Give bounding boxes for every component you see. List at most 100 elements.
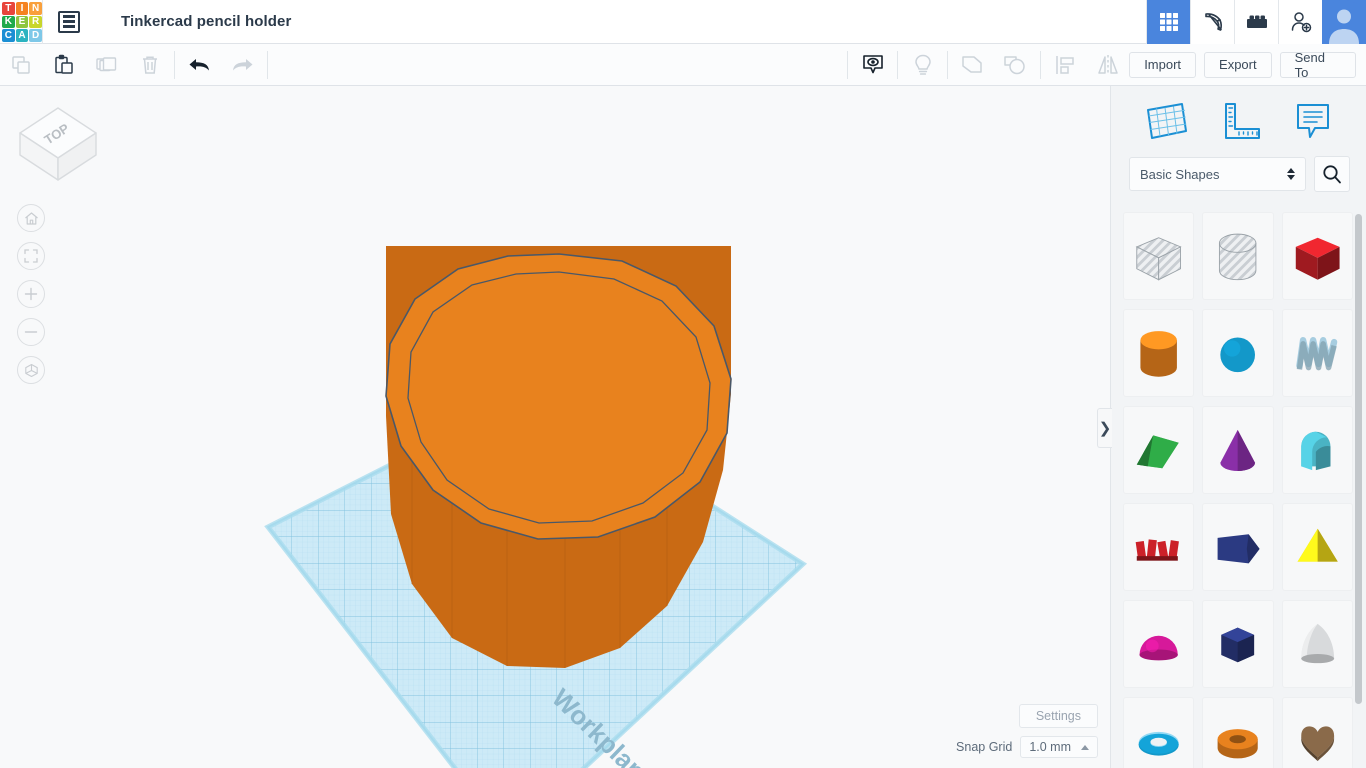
torus-shape[interactable] xyxy=(1123,697,1194,768)
round-roof-shape[interactable] xyxy=(1282,406,1353,494)
shape-category-row: Basic Shapes xyxy=(1111,156,1366,192)
heart-shape[interactable] xyxy=(1282,697,1353,768)
box-shape[interactable] xyxy=(1282,212,1353,300)
paste-icon[interactable] xyxy=(43,44,86,86)
mirror-glyph xyxy=(1095,53,1121,77)
3d-viewport[interactable]: Workplane TOP xyxy=(0,86,1110,768)
snap-grid-dropdown[interactable]: 1.0 mm xyxy=(1020,736,1098,758)
toolbar-divider xyxy=(174,51,175,79)
import-button[interactable]: Import xyxy=(1129,52,1196,78)
lightbulb-glyph xyxy=(912,53,934,77)
search-shapes-button[interactable] xyxy=(1314,156,1350,192)
zoom-out-icon[interactable] xyxy=(17,318,45,346)
align-glyph xyxy=(1053,53,1077,77)
view-cube[interactable]: TOP xyxy=(12,98,104,190)
cylinder-hole-shape[interactable] xyxy=(1202,212,1273,300)
collapse-panel-button[interactable]: ❯ xyxy=(1097,408,1112,448)
copy-icon[interactable] xyxy=(0,44,43,86)
lightbulb-hint-icon[interactable] xyxy=(901,44,944,86)
delete-trash-icon[interactable] xyxy=(128,44,171,86)
toolbar-divider-5 xyxy=(947,51,948,79)
align-icon[interactable] xyxy=(1044,44,1087,86)
redo-glyph xyxy=(229,54,255,76)
toolbar-spacer xyxy=(271,64,844,65)
text-shape[interactable] xyxy=(1123,503,1194,591)
brick-blocks-icon[interactable] xyxy=(1234,0,1278,44)
add-user-icon[interactable] xyxy=(1278,0,1322,44)
ungroup-shapes-icon[interactable] xyxy=(994,44,1037,86)
fit-to-view-icon[interactable] xyxy=(17,242,45,270)
pyramid-shape[interactable] xyxy=(1282,503,1353,591)
pickaxe-glyph xyxy=(1201,10,1225,34)
heart-shape-glyph xyxy=(1283,705,1352,768)
add-user-glyph xyxy=(1289,10,1313,34)
top-bar: TINKERCAD Tinkercad pencil holder xyxy=(0,0,1366,44)
group-glyph xyxy=(959,53,985,77)
shape-category-value: Basic Shapes xyxy=(1140,167,1220,182)
scribble-shape[interactable] xyxy=(1282,309,1353,397)
text-shape-glyph xyxy=(1124,511,1193,583)
redo-icon[interactable] xyxy=(221,44,264,86)
paraboloid-shape-glyph xyxy=(1283,608,1352,680)
roof-shape[interactable] xyxy=(1123,406,1194,494)
notes-icon[interactable] xyxy=(1293,100,1333,142)
view-controls xyxy=(17,204,45,384)
pyramid-shape-glyph xyxy=(1283,511,1352,583)
panel-tool-icons xyxy=(1111,86,1366,156)
undo-icon[interactable] xyxy=(178,44,221,86)
shape-category-select[interactable]: Basic Shapes xyxy=(1129,157,1306,191)
logo-tile-i: I xyxy=(16,2,29,15)
show-hide-eye-icon[interactable] xyxy=(851,44,894,86)
ungroup-glyph xyxy=(1002,53,1028,77)
logo-tile-c: C xyxy=(2,29,15,42)
codeblocks-pickaxe-icon[interactable] xyxy=(1190,0,1234,44)
grid-dashboard-glyph xyxy=(1158,11,1180,33)
paraboloid-shape[interactable] xyxy=(1282,600,1353,688)
logo-tile-e: E xyxy=(16,16,29,29)
user-avatar[interactable] xyxy=(1322,0,1366,44)
tube-shape[interactable] xyxy=(1202,697,1273,768)
export-button[interactable]: Export xyxy=(1204,52,1272,78)
main-menu-button[interactable] xyxy=(43,0,95,44)
paste-glyph xyxy=(53,54,75,76)
view-cube-glyph: TOP xyxy=(12,98,104,190)
workplane-grid-glyph xyxy=(1144,100,1190,142)
avatar-glyph xyxy=(1322,0,1366,44)
list-menu-icon xyxy=(58,11,80,33)
send-to-button[interactable]: Send To xyxy=(1280,52,1356,78)
fit-view-glyph xyxy=(24,249,38,263)
cone-shape[interactable] xyxy=(1202,406,1273,494)
tinkercad-logo[interactable]: TINKERCAD xyxy=(2,2,42,42)
cylinder-shape[interactable] xyxy=(1123,309,1194,397)
shapes-panel-scrollbar[interactable] xyxy=(1355,214,1362,704)
ruler-glyph xyxy=(1219,100,1263,142)
half-sphere-shape[interactable] xyxy=(1123,600,1194,688)
toolbar-divider-6 xyxy=(1040,51,1041,79)
perspective-toggle-icon[interactable] xyxy=(17,356,45,384)
mirror-icon[interactable] xyxy=(1086,44,1129,86)
box-hole-shape-glyph xyxy=(1124,220,1193,292)
perspective-glyph xyxy=(24,363,39,378)
snap-grid-row: Snap Grid 1.0 mm xyxy=(956,736,1098,758)
zoom-in-icon[interactable] xyxy=(17,280,45,308)
grid-dashboard-icon[interactable] xyxy=(1146,0,1190,44)
ruler-icon[interactable] xyxy=(1219,100,1263,142)
box-shape-glyph xyxy=(1283,220,1352,292)
scribble-shape-glyph xyxy=(1283,317,1352,389)
workplane-grid-icon[interactable] xyxy=(1144,100,1190,142)
box-hole-shape[interactable] xyxy=(1123,212,1194,300)
duplicate-icon[interactable] xyxy=(86,44,129,86)
home-view-icon[interactable] xyxy=(17,204,45,232)
tube-shape-glyph xyxy=(1203,705,1272,768)
snap-grid-label: Snap Grid xyxy=(956,740,1012,754)
sphere-shape[interactable] xyxy=(1202,309,1273,397)
roof-shape-glyph xyxy=(1124,414,1193,486)
edit-toolbar: Import Export Send To xyxy=(0,44,1366,86)
polygon-shape[interactable] xyxy=(1202,503,1273,591)
plus-glyph xyxy=(24,287,38,301)
group-shapes-icon[interactable] xyxy=(951,44,994,86)
lego-brick-glyph xyxy=(1244,11,1270,33)
settings-button[interactable]: Settings xyxy=(1019,704,1098,728)
hexagon-prism-shape[interactable] xyxy=(1202,600,1273,688)
shapes-panel: ❯ xyxy=(1110,86,1366,768)
